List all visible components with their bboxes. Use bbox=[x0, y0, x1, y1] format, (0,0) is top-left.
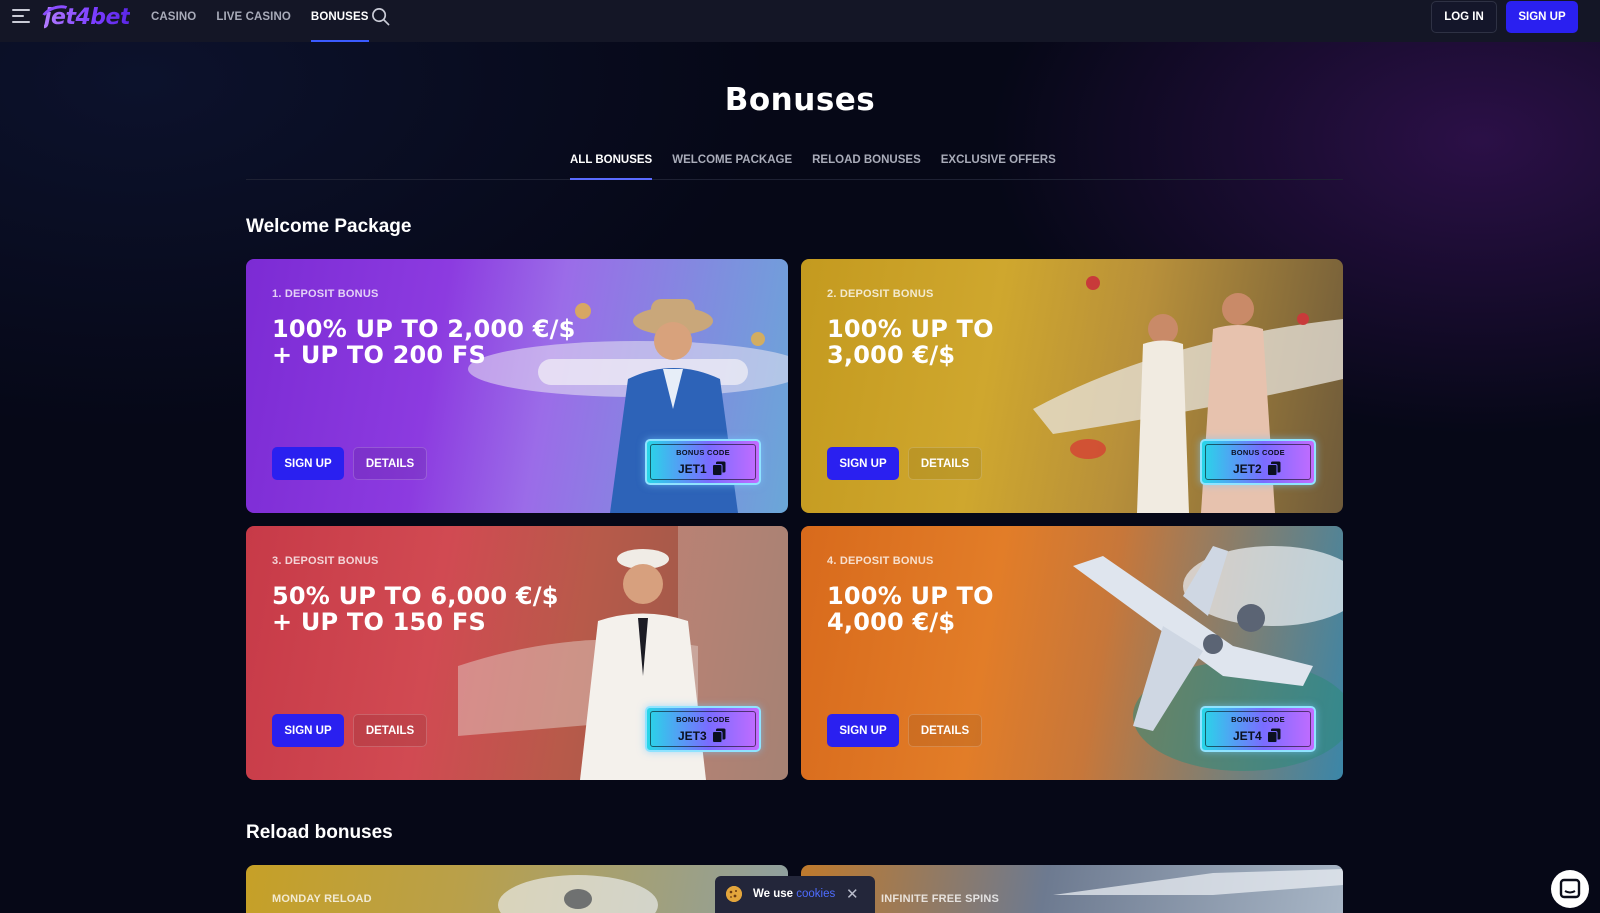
section-title-welcome: Welcome Package bbox=[246, 216, 412, 237]
reload-card-2[interactable]: INFINITE FREE SPINS bbox=[801, 865, 1343, 913]
card-headline: 100% UP TO 3,000 €/$ bbox=[827, 316, 1167, 368]
tab-welcome-package[interactable]: WELCOME PACKAGE bbox=[672, 148, 792, 180]
card-kicker: INFINITE FREE SPINS bbox=[881, 893, 1000, 905]
card-kicker: MONDAY RELOAD bbox=[272, 893, 372, 905]
login-button[interactable]: LOG IN bbox=[1431, 1, 1497, 33]
card-headline: 50% UP TO 6,000 €/$ + UP TO 150 FS bbox=[272, 583, 612, 635]
cookie-icon bbox=[726, 886, 742, 902]
bonus-code-label: BONUS CODE bbox=[676, 715, 730, 724]
copy-icon[interactable] bbox=[1267, 461, 1281, 476]
card-signup-button[interactable]: SIGN UP bbox=[272, 714, 344, 747]
card-kicker: 1. DEPOSIT BONUS bbox=[272, 288, 379, 300]
card-headline: 100% UP TO 4,000 €/$ bbox=[827, 583, 1167, 635]
top-navigation-bar: jet4bet CASINO LIVE CASINO BONUSES LOG I… bbox=[0, 0, 1600, 42]
bonus-code-box[interactable]: BONUS CODE JET4 bbox=[1200, 706, 1316, 752]
bonus-code-box[interactable]: BONUS CODE JET3 bbox=[645, 706, 761, 752]
page-title: Bonuses bbox=[724, 82, 876, 118]
bonus-code-value: JET1 bbox=[678, 462, 707, 476]
card-signup-button[interactable]: SIGN UP bbox=[827, 447, 899, 480]
copy-icon[interactable] bbox=[712, 461, 726, 476]
headline-line-1: 100% UP TO 2,000 €/$ bbox=[272, 315, 576, 343]
bonus-card-4[interactable]: 4. DEPOSIT BONUS 100% UP TO 4,000 €/$ SI… bbox=[801, 526, 1343, 780]
card-kicker: 4. DEPOSIT BONUS bbox=[827, 555, 934, 567]
reload-card-1[interactable]: MONDAY RELOAD bbox=[246, 865, 788, 913]
bonus-code-value: JET2 bbox=[1233, 462, 1262, 476]
card-kicker: 3. DEPOSIT BONUS bbox=[272, 555, 379, 567]
cookie-text: We use cookies bbox=[753, 888, 835, 900]
tab-exclusive-offers[interactable]: EXCLUSIVE OFFERS bbox=[941, 148, 1056, 180]
headline-line-2: 3,000 €/$ bbox=[827, 341, 956, 369]
headline-line-2: + UP TO 150 FS bbox=[272, 608, 486, 636]
reload-card-2-illustration bbox=[1053, 869, 1343, 895]
card-signup-button[interactable]: SIGN UP bbox=[272, 447, 344, 480]
cookie-message: We use bbox=[753, 888, 794, 900]
card-details-button[interactable]: DETAILS bbox=[353, 447, 427, 480]
cookie-banner: We use cookies ✕ bbox=[715, 876, 875, 913]
nav-bonuses[interactable]: BONUSES bbox=[310, 0, 369, 42]
copy-icon[interactable] bbox=[1267, 728, 1281, 743]
headline-line-2: + UP TO 200 FS bbox=[272, 341, 486, 369]
main-nav: CASINO LIVE CASINO BONUSES bbox=[151, 0, 389, 42]
bonus-code-label: BONUS CODE bbox=[1231, 715, 1285, 724]
bonus-card-3[interactable]: 3. DEPOSIT BONUS 50% UP TO 6,000 €/$ + U… bbox=[246, 526, 788, 780]
card-kicker: 2. DEPOSIT BONUS bbox=[827, 288, 934, 300]
bonus-card-1[interactable]: 1. DEPOSIT BONUS 100% UP TO 2,000 €/$ + … bbox=[246, 259, 788, 513]
card-details-button[interactable]: DETAILS bbox=[353, 714, 427, 747]
search-icon[interactable] bbox=[371, 7, 390, 26]
bonus-code-box[interactable]: BONUS CODE JET1 bbox=[645, 439, 761, 485]
tab-all-bonuses[interactable]: ALL BONUSES bbox=[570, 148, 653, 180]
headline-line-1: 100% UP TO bbox=[827, 315, 994, 343]
logo[interactable]: jet4bet bbox=[37, 1, 130, 33]
cookie-link[interactable]: cookies bbox=[796, 888, 835, 900]
chat-icon bbox=[1559, 878, 1581, 899]
headline-line-1: 50% UP TO 6,000 €/$ bbox=[272, 582, 559, 610]
chat-button[interactable] bbox=[1551, 870, 1589, 908]
bonus-code-label: BONUS CODE bbox=[676, 448, 730, 457]
nav-live-casino[interactable]: LIVE CASINO bbox=[216, 0, 291, 42]
menu-icon[interactable] bbox=[12, 9, 32, 25]
tab-reload-bonuses[interactable]: RELOAD BONUSES bbox=[812, 148, 921, 180]
headline-line-2: 4,000 €/$ bbox=[827, 608, 956, 636]
card-signup-button[interactable]: SIGN UP bbox=[827, 714, 899, 747]
bonus-tabs: ALL BONUSES WELCOME PACKAGE RELOAD BONUS… bbox=[246, 148, 1343, 180]
close-icon[interactable]: ✕ bbox=[846, 885, 859, 903]
nav-casino[interactable]: CASINO bbox=[151, 0, 196, 42]
signup-button[interactable]: SIGN UP bbox=[1506, 1, 1578, 33]
section-title-reload: Reload bonuses bbox=[246, 822, 393, 843]
bonus-code-label: BONUS CODE bbox=[1231, 448, 1285, 457]
bonus-card-2[interactable]: 2. DEPOSIT BONUS 100% UP TO 3,000 €/$ SI… bbox=[801, 259, 1343, 513]
copy-icon[interactable] bbox=[712, 728, 726, 743]
card-details-button[interactable]: DETAILS bbox=[908, 714, 982, 747]
bonus-code-value: JET4 bbox=[1233, 729, 1262, 743]
headline-line-1: 100% UP TO bbox=[827, 582, 994, 610]
card-details-button[interactable]: DETAILS bbox=[908, 447, 982, 480]
card-headline: 100% UP TO 2,000 €/$ + UP TO 200 FS bbox=[272, 316, 612, 368]
bonus-code-box[interactable]: BONUS CODE JET2 bbox=[1200, 439, 1316, 485]
bonus-code-value: JET3 bbox=[678, 729, 707, 743]
